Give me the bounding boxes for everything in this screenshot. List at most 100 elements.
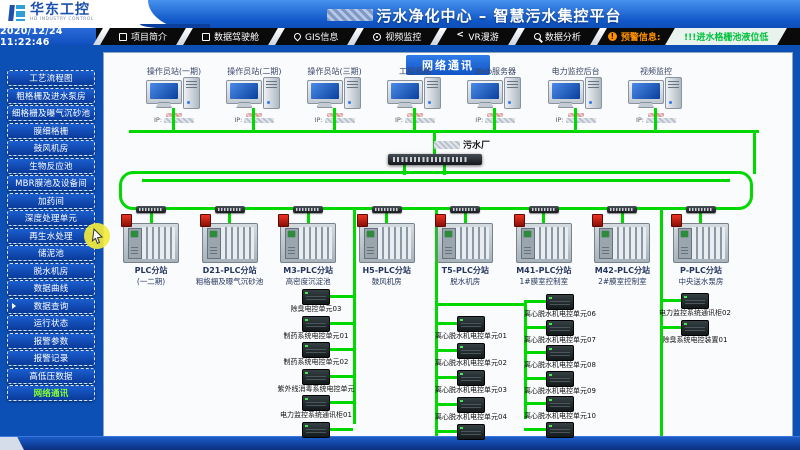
sidebar-item[interactable]: 生物反应池 bbox=[7, 158, 95, 174]
device-node: 离心脱水机电控单元10 bbox=[495, 396, 625, 421]
control-cabinet-icon bbox=[302, 316, 330, 332]
workstation-node: Web服务器 IP: bbox=[455, 66, 535, 132]
computer-icon bbox=[536, 77, 616, 111]
device-node: 制药系统电控单元02 bbox=[251, 342, 381, 367]
sidebar-item[interactable]: 脱水机房 bbox=[7, 263, 95, 279]
workstation-node: 操作员站(三期) IP: bbox=[295, 66, 375, 132]
sidebar-item[interactable]: 数据曲线 bbox=[7, 280, 95, 296]
sidebar-item[interactable]: 运行状态 bbox=[7, 315, 95, 331]
network-link bbox=[660, 299, 682, 302]
plc-row: PLC分站 (一二期) D21-PLC分站 粗格栅及曝气沉砂池 bbox=[112, 206, 740, 287]
alarm-message: !!!进水格栅池液位低 bbox=[684, 30, 768, 43]
ip-label: IP: bbox=[234, 116, 242, 124]
device-node: 紫外线消毒系统电控单元 bbox=[251, 369, 381, 394]
alarm-message-box[interactable]: !!!进水格栅池液位低 bbox=[666, 28, 788, 45]
control-cabinet-icon bbox=[546, 396, 574, 412]
sidebar-item[interactable]: 数据查询 bbox=[7, 298, 95, 314]
monitor-icon bbox=[467, 80, 503, 104]
network-link bbox=[524, 377, 547, 380]
sidebar-item[interactable]: 网络通讯 bbox=[7, 385, 95, 401]
network-link bbox=[172, 108, 175, 130]
sidebar-item[interactable]: 粗格栅及进水泵房 bbox=[7, 88, 95, 104]
settings-button[interactable]: 设置 bbox=[789, 28, 800, 45]
network-link bbox=[435, 376, 458, 379]
menu-item[interactable]: GIS信息 bbox=[282, 28, 350, 45]
censored-ip bbox=[244, 118, 274, 123]
device-node: 离心脱水机电控单元08 bbox=[495, 345, 625, 370]
ip-label: IP: bbox=[315, 116, 323, 124]
cpu-module-icon bbox=[521, 228, 535, 259]
menu-bar: 2020/12/24 11:22:46 项目简介 数据驾驶舱 bbox=[0, 28, 800, 45]
alarm-beacon-icon bbox=[200, 214, 211, 227]
core-switch-icon bbox=[388, 154, 482, 165]
field-switch-icon bbox=[293, 206, 323, 213]
plc-rack-icon bbox=[673, 223, 729, 263]
scada-network-screen: 华东工控 HD INDUSTRY CONTROL 污水净化中心 – 智慧污水集控… bbox=[0, 0, 800, 450]
network-link bbox=[753, 130, 756, 174]
device-node: 除臭系统电控装置01 bbox=[630, 320, 760, 345]
alarm-beacon-icon bbox=[357, 214, 368, 227]
menu-item[interactable]: 项目简介 bbox=[107, 28, 179, 45]
network-link bbox=[435, 322, 458, 325]
control-cabinet-icon bbox=[302, 369, 330, 385]
menu-item[interactable]: 视频监控 bbox=[361, 28, 433, 45]
control-cabinet-icon bbox=[302, 289, 330, 305]
censored-ip bbox=[485, 118, 515, 123]
workstation-row: 操作员站(一期) IP: 操作员站(二期) bbox=[134, 66, 696, 132]
control-cabinet-icon bbox=[302, 422, 330, 438]
menu-item[interactable]: 数据驾驶舱 bbox=[190, 28, 271, 45]
field-switch-icon bbox=[607, 206, 637, 213]
ip-label: IP: bbox=[556, 116, 564, 124]
menu-item[interactable]: 数据分析 bbox=[522, 28, 593, 45]
network-link bbox=[493, 108, 496, 130]
menu-item[interactable]: VR漫游 bbox=[444, 28, 510, 45]
plc-station: P-PLC分站 中央送水泵房 bbox=[662, 206, 740, 287]
plc-station: H5-PLC分站 鼓风机房 bbox=[348, 206, 426, 287]
plc-station: M42-PLC分站 2#膜室控制室 bbox=[583, 206, 661, 287]
trunk-line bbox=[129, 130, 759, 133]
network-link bbox=[660, 326, 682, 329]
workstation-node: 操作员站(一期) IP: bbox=[134, 66, 214, 132]
sidebar-item[interactable]: 报警参数 bbox=[7, 333, 95, 349]
device-node: 电力监控系统通讯柜01 bbox=[251, 395, 381, 420]
plc-rack-icon bbox=[516, 223, 572, 263]
sidebar-item[interactable]: 细格栅及曝气沉砂池 bbox=[7, 105, 95, 121]
control-cabinet-icon bbox=[546, 320, 574, 336]
computer-icon bbox=[134, 77, 214, 111]
network-link bbox=[252, 108, 255, 130]
censored-plant-prefix bbox=[434, 141, 460, 149]
sidebar-item[interactable]: 工艺流程图 bbox=[7, 70, 95, 86]
control-cabinet-icon bbox=[681, 293, 709, 309]
plc-station: PLC分站 (一二期) bbox=[112, 206, 190, 287]
device-node: 除臭电控单元03 bbox=[251, 289, 381, 314]
network-link bbox=[329, 295, 353, 298]
sidebar-item[interactable]: 鼓风机房 bbox=[7, 140, 95, 156]
sidebar-item[interactable]: 加药间 bbox=[7, 193, 95, 209]
field-switch-icon bbox=[450, 206, 480, 213]
sidebar-item[interactable]: 高低压数据 bbox=[7, 368, 95, 384]
datetime-display: 2020/12/24 11:22:46 bbox=[0, 28, 96, 45]
sidebar-item[interactable]: MBR膜池及设备间 bbox=[7, 175, 95, 191]
data-cockpit-icon bbox=[202, 33, 210, 41]
title-banner: 污水净化中心 – 智慧污水集控平台 bbox=[148, 0, 800, 30]
monitor-icon bbox=[548, 80, 584, 104]
censored-ip bbox=[646, 118, 676, 123]
sidebar-item[interactable]: 报警记录 bbox=[7, 350, 95, 366]
control-cabinet-icon bbox=[457, 424, 485, 440]
sidebar-item[interactable]: 膜细格栅 bbox=[7, 123, 95, 139]
network-link bbox=[574, 108, 577, 130]
network-link bbox=[524, 402, 547, 405]
gis-pin-icon bbox=[293, 32, 303, 42]
network-link bbox=[333, 108, 336, 130]
plc-station: M41-PLC分站 1#膜室控制室 bbox=[505, 206, 583, 287]
alarm-beacon-icon bbox=[278, 214, 289, 227]
network-link bbox=[435, 349, 458, 352]
monitor-icon bbox=[628, 80, 664, 104]
plc-rack-icon bbox=[437, 223, 493, 263]
plc-rack-icon bbox=[594, 223, 650, 263]
bottom-bar bbox=[0, 436, 800, 450]
control-cabinet-icon bbox=[457, 343, 485, 359]
censored-ip bbox=[405, 118, 435, 123]
network-link bbox=[329, 348, 353, 351]
control-cabinet-icon bbox=[302, 342, 330, 358]
